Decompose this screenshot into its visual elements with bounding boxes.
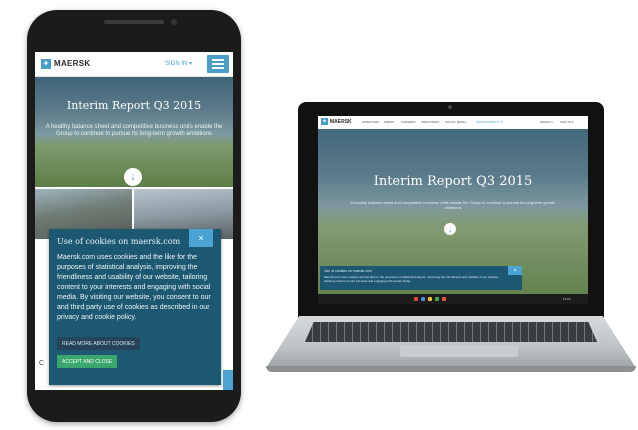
laptop-cookie-body: Maersk.com uses cookies and the like for… bbox=[324, 275, 499, 283]
mobile-hero-banner: Interim Report Q3 2015 A healthy balance… bbox=[35, 77, 233, 187]
download-arrow-icon[interactable]: ↓ bbox=[444, 223, 456, 235]
nav-industries[interactable]: INDUSTRIES bbox=[421, 120, 439, 124]
store-icon[interactable] bbox=[435, 297, 439, 301]
taskbar-clock: 12:00 bbox=[563, 297, 571, 301]
cookie-dialog: Use of cookies on maersk.com × Maersk.co… bbox=[49, 229, 221, 385]
chrome-icon[interactable] bbox=[414, 297, 418, 301]
close-icon[interactable]: × bbox=[508, 266, 522, 275]
files-icon[interactable] bbox=[428, 297, 432, 301]
nav-sustainability[interactable]: SUSTAINABILITY ▾ bbox=[476, 120, 502, 124]
laptop-base-edge bbox=[266, 366, 636, 372]
taskbar: 12:00 bbox=[318, 294, 588, 304]
laptop-hero-subtitle: A healthy balance sheet and competitive … bbox=[350, 200, 556, 210]
download-arrow-icon[interactable]: ↓ bbox=[124, 168, 142, 186]
laptop-hero-title: Interim Report Q3 2015 bbox=[373, 174, 533, 189]
phone-camera bbox=[171, 19, 177, 25]
accept-and-close-button[interactable]: ACCEPT AND CLOSE bbox=[57, 355, 118, 368]
mobile-hero-title: Interim Report Q3 2015 bbox=[66, 99, 202, 112]
laptop-keyboard bbox=[305, 322, 597, 342]
laptop-brand-name[interactable]: MAERSK bbox=[330, 119, 352, 125]
nav-search[interactable]: SEARCH bbox=[540, 120, 553, 124]
nav-signin[interactable]: SIGN IN ▾ bbox=[560, 120, 574, 124]
laptop-camera bbox=[448, 105, 452, 109]
cookie-dialog-title: Use of cookies on maersk.com bbox=[57, 237, 181, 246]
hamburger-menu-icon[interactable] bbox=[207, 55, 229, 73]
mobile-screen: ✦ MAERSK SIGN IN ▾ Interim Report Q3 201… bbox=[35, 52, 233, 390]
mail-icon[interactable] bbox=[421, 297, 425, 301]
mobile-side-tab[interactable] bbox=[223, 370, 233, 390]
nav-investors[interactable]: INVESTORS bbox=[362, 120, 379, 124]
cookie-dialog-body: Maersk.com uses cookies and the like for… bbox=[57, 254, 211, 321]
laptop-cookie-title: Use of cookies on maersk.com bbox=[324, 269, 372, 273]
mobile-header: ✦ MAERSK SIGN IN ▾ bbox=[35, 52, 233, 77]
phone-speaker bbox=[104, 20, 164, 24]
laptop-screen: ✦ MAERSK INVESTORS PRESS CAREERS INDUSTR… bbox=[318, 116, 588, 304]
nav-social-media[interactable]: SOCIAL MEDIA bbox=[445, 120, 466, 124]
mobile-brand-name[interactable]: MAERSK bbox=[54, 59, 90, 68]
laptop-trackpad bbox=[400, 345, 518, 357]
close-icon[interactable]: × bbox=[189, 229, 213, 247]
laptop-lid: ✦ MAERSK INVESTORS PRESS CAREERS INDUSTR… bbox=[298, 102, 604, 318]
laptop-cookie-banner: Use of cookies on maersk.com Maersk.com … bbox=[320, 266, 522, 290]
mobile-side-letter: C bbox=[39, 360, 45, 367]
smartphone-device: ✦ MAERSK SIGN IN ▾ Interim Report Q3 201… bbox=[27, 10, 241, 422]
nav-press[interactable]: PRESS bbox=[384, 120, 394, 124]
maersk-star-icon[interactable]: ✦ bbox=[41, 59, 51, 69]
nav-careers[interactable]: CAREERS bbox=[401, 120, 416, 124]
mobile-signin-link[interactable]: SIGN IN ▾ bbox=[165, 60, 192, 67]
app-icon[interactable] bbox=[442, 297, 446, 301]
maersk-star-icon[interactable]: ✦ bbox=[321, 118, 328, 125]
read-more-cookies-button[interactable]: READ MORE ABOUT COOKIES bbox=[57, 337, 140, 350]
mobile-hero-subtitle: A healthy balance sheet and competitive … bbox=[45, 124, 223, 137]
laptop-header: ✦ MAERSK INVESTORS PRESS CAREERS INDUSTR… bbox=[318, 116, 588, 129]
